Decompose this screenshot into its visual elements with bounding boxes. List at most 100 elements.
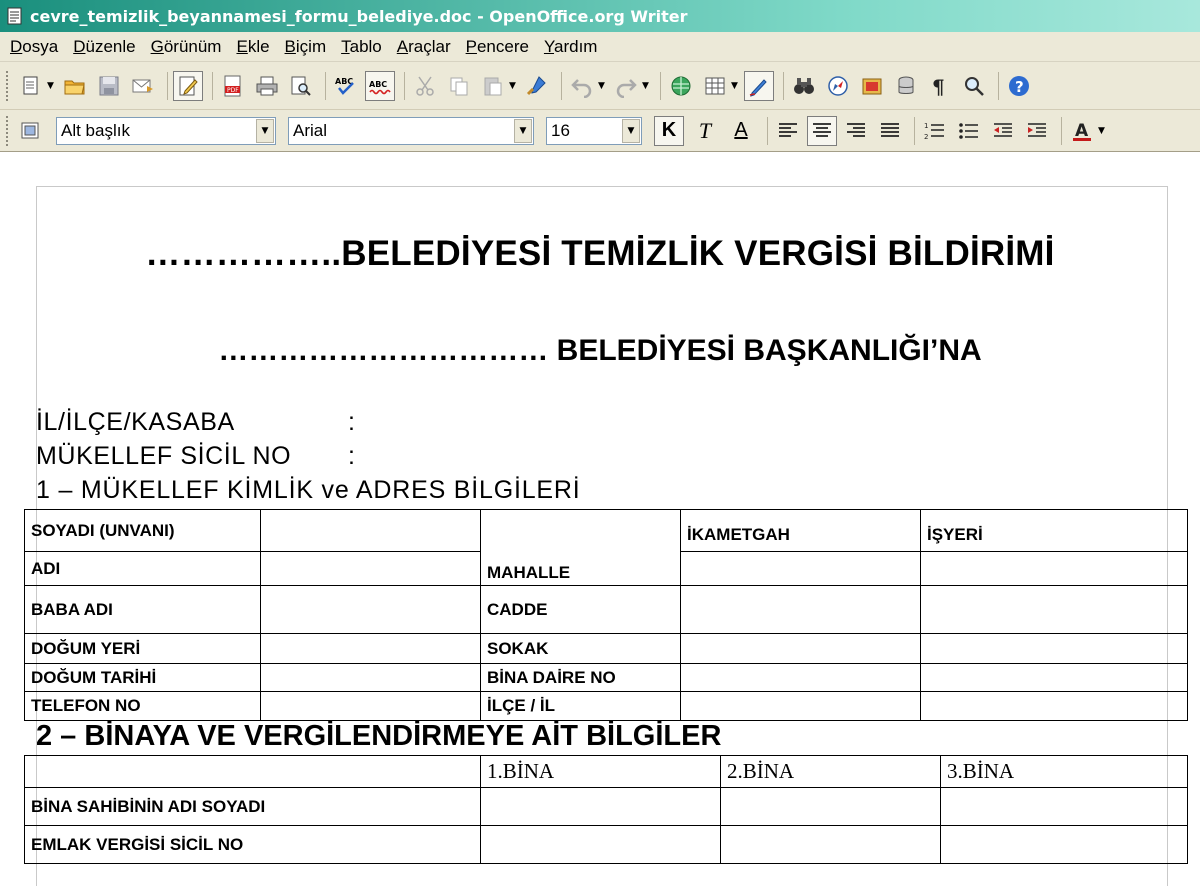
document-area[interactable]: ……………..BELEDİYESİ TEMİZLİK VERGİSİ BİLDİ… (0, 152, 1200, 886)
email-icon[interactable] (128, 71, 158, 101)
paste-icon[interactable] (478, 71, 508, 101)
table-cell-value[interactable] (260, 663, 481, 692)
chevron-down-icon[interactable]: ▼ (622, 118, 640, 143)
clone-format-icon[interactable] (522, 71, 552, 101)
zoom-icon[interactable] (959, 71, 989, 101)
spellcheck-icon[interactable]: ABC (331, 71, 361, 101)
table-cell-label: DOĞUM TARİHİ (24, 663, 261, 692)
document-addressee[interactable]: …………………………… BELEDİYESİ BAŞKANLIĞI’NA (0, 334, 1200, 368)
increase-indent-icon[interactable] (1022, 116, 1052, 146)
menu-tablo[interactable]: Tablo (341, 37, 382, 57)
bullets-icon[interactable] (954, 116, 984, 146)
align-left-icon[interactable] (773, 116, 803, 146)
autospellcheck-icon[interactable]: ABC (365, 70, 395, 101)
copy-icon[interactable] (444, 71, 474, 101)
table-cell-value[interactable] (720, 787, 941, 826)
section1-title[interactable]: 1 – MÜKELLEF KİMLİK ve ADRES BİLGİLERİ (36, 476, 581, 505)
menu-duzenle[interactable]: Düzenle (73, 37, 135, 57)
table-cell-value[interactable] (260, 585, 481, 634)
building-tax-table[interactable]: 1.BİNA 2.BİNA 3.BİNA BİNA SAHİBİNİN ADI … (24, 755, 1188, 864)
toolbar-grip[interactable] (6, 115, 10, 146)
registry-field[interactable]: MÜKELLEF SİCİL NO : (36, 442, 355, 471)
table-cell-value[interactable] (260, 551, 481, 586)
new-document-icon[interactable] (16, 71, 46, 101)
font-size-select[interactable]: 16 ▼ (546, 116, 642, 145)
navigator-icon[interactable] (823, 71, 853, 101)
new-dropdown-icon[interactable]: ▼ (47, 81, 55, 91)
bold-button[interactable]: K (654, 115, 684, 146)
justify-icon[interactable] (875, 116, 905, 146)
export-pdf-icon[interactable]: PDF (218, 71, 248, 101)
document-heading[interactable]: ……………..BELEDİYESİ TEMİZLİK VERGİSİ BİLDİ… (0, 234, 1200, 274)
chevron-down-icon[interactable]: ▼ (256, 118, 274, 143)
table-cell-value[interactable] (480, 787, 721, 826)
table-cell-value[interactable] (920, 663, 1188, 692)
italic-button[interactable]: T (690, 116, 720, 146)
city-field[interactable]: İL/İLÇE/KASABA : (36, 408, 355, 437)
table-cell-value[interactable] (920, 585, 1188, 634)
table-cell-empty[interactable] (24, 755, 481, 788)
help-icon[interactable]: ? (1004, 71, 1034, 101)
writer-app-icon[interactable] (6, 6, 24, 26)
print-preview-icon[interactable] (286, 71, 316, 101)
print-icon[interactable] (252, 71, 282, 101)
chevron-down-icon[interactable]: ▼ (514, 118, 532, 143)
table-cell-value[interactable] (260, 691, 481, 721)
identity-address-table[interactable]: SOYADI (UNVANI) MAHALLE İKAMETGAH İŞYERİ… (24, 509, 1188, 721)
redo-dropdown-icon[interactable]: ▼ (642, 81, 650, 91)
show-draw-functions-icon[interactable] (744, 70, 774, 101)
table-cell-value[interactable] (680, 691, 921, 721)
menu-ekle[interactable]: Ekle (236, 37, 269, 57)
font-size-value: 16 (551, 120, 570, 140)
table-icon[interactable] (700, 71, 730, 101)
redo-icon[interactable] (611, 71, 641, 101)
section2-title[interactable]: 2 – BİNAYA VE VERGİLENDİRMEYE AİT BİLGİL… (36, 720, 721, 753)
open-folder-icon[interactable] (60, 71, 90, 101)
menu-dosya[interactable]: Dosya (10, 37, 58, 57)
hyperlink-icon[interactable] (666, 71, 696, 101)
align-center-icon[interactable] (807, 115, 837, 146)
numbering-icon[interactable]: 12 (920, 116, 950, 146)
table-cell-value[interactable] (680, 663, 921, 692)
paragraph-style-select[interactable]: Alt başlık ▼ (56, 116, 276, 145)
table-cell-value[interactable] (260, 633, 481, 664)
table-cell-value[interactable] (940, 787, 1188, 826)
save-icon[interactable] (94, 71, 124, 101)
registry-field-colon: : (348, 442, 356, 470)
table-cell-value[interactable] (480, 825, 721, 864)
table-cell-value[interactable] (920, 551, 1188, 586)
table-cell-value[interactable] (680, 551, 921, 586)
menu-pencere[interactable]: Pencere (466, 37, 529, 57)
table-cell-value[interactable] (260, 509, 481, 552)
font-name-select[interactable]: Arial ▼ (288, 116, 534, 145)
font-color-dropdown-icon[interactable]: ▼ (1098, 126, 1106, 136)
toolbar-grip[interactable] (6, 70, 10, 101)
cut-icon[interactable] (410, 71, 440, 101)
gallery-icon[interactable] (857, 71, 887, 101)
data-sources-icon[interactable] (891, 71, 921, 101)
table-cell-value[interactable] (720, 825, 941, 864)
menu-bicim[interactable]: Biçim (285, 37, 327, 57)
undo-icon[interactable] (567, 71, 597, 101)
table-cell-value[interactable] (940, 825, 1188, 864)
menu-yardim[interactable]: Yardım (544, 37, 598, 57)
table-cell-value[interactable] (920, 633, 1188, 664)
decrease-indent-icon[interactable] (988, 116, 1018, 146)
table-dropdown-icon[interactable]: ▼ (731, 81, 739, 91)
edit-mode-icon[interactable] (173, 70, 203, 101)
align-right-icon[interactable] (841, 116, 871, 146)
menu-araclar[interactable]: Araçlar (397, 37, 451, 57)
table-cell-value[interactable] (680, 633, 921, 664)
table-cell-value[interactable] (920, 691, 1188, 721)
find-replace-icon[interactable] (789, 71, 819, 101)
undo-dropdown-icon[interactable]: ▼ (598, 81, 606, 91)
font-color-icon[interactable]: A (1067, 116, 1097, 146)
toolbar-separator (404, 71, 405, 100)
menu-gorunum[interactable]: Görünüm (151, 37, 222, 57)
styles-formatting-icon[interactable] (16, 116, 46, 146)
table-row: BABA ADI CADDE (24, 585, 1188, 634)
underline-button[interactable]: A (726, 116, 756, 146)
paste-dropdown-icon[interactable]: ▼ (509, 81, 517, 91)
table-cell-value[interactable] (680, 585, 921, 634)
formatting-marks-icon[interactable]: ¶ (925, 71, 955, 101)
